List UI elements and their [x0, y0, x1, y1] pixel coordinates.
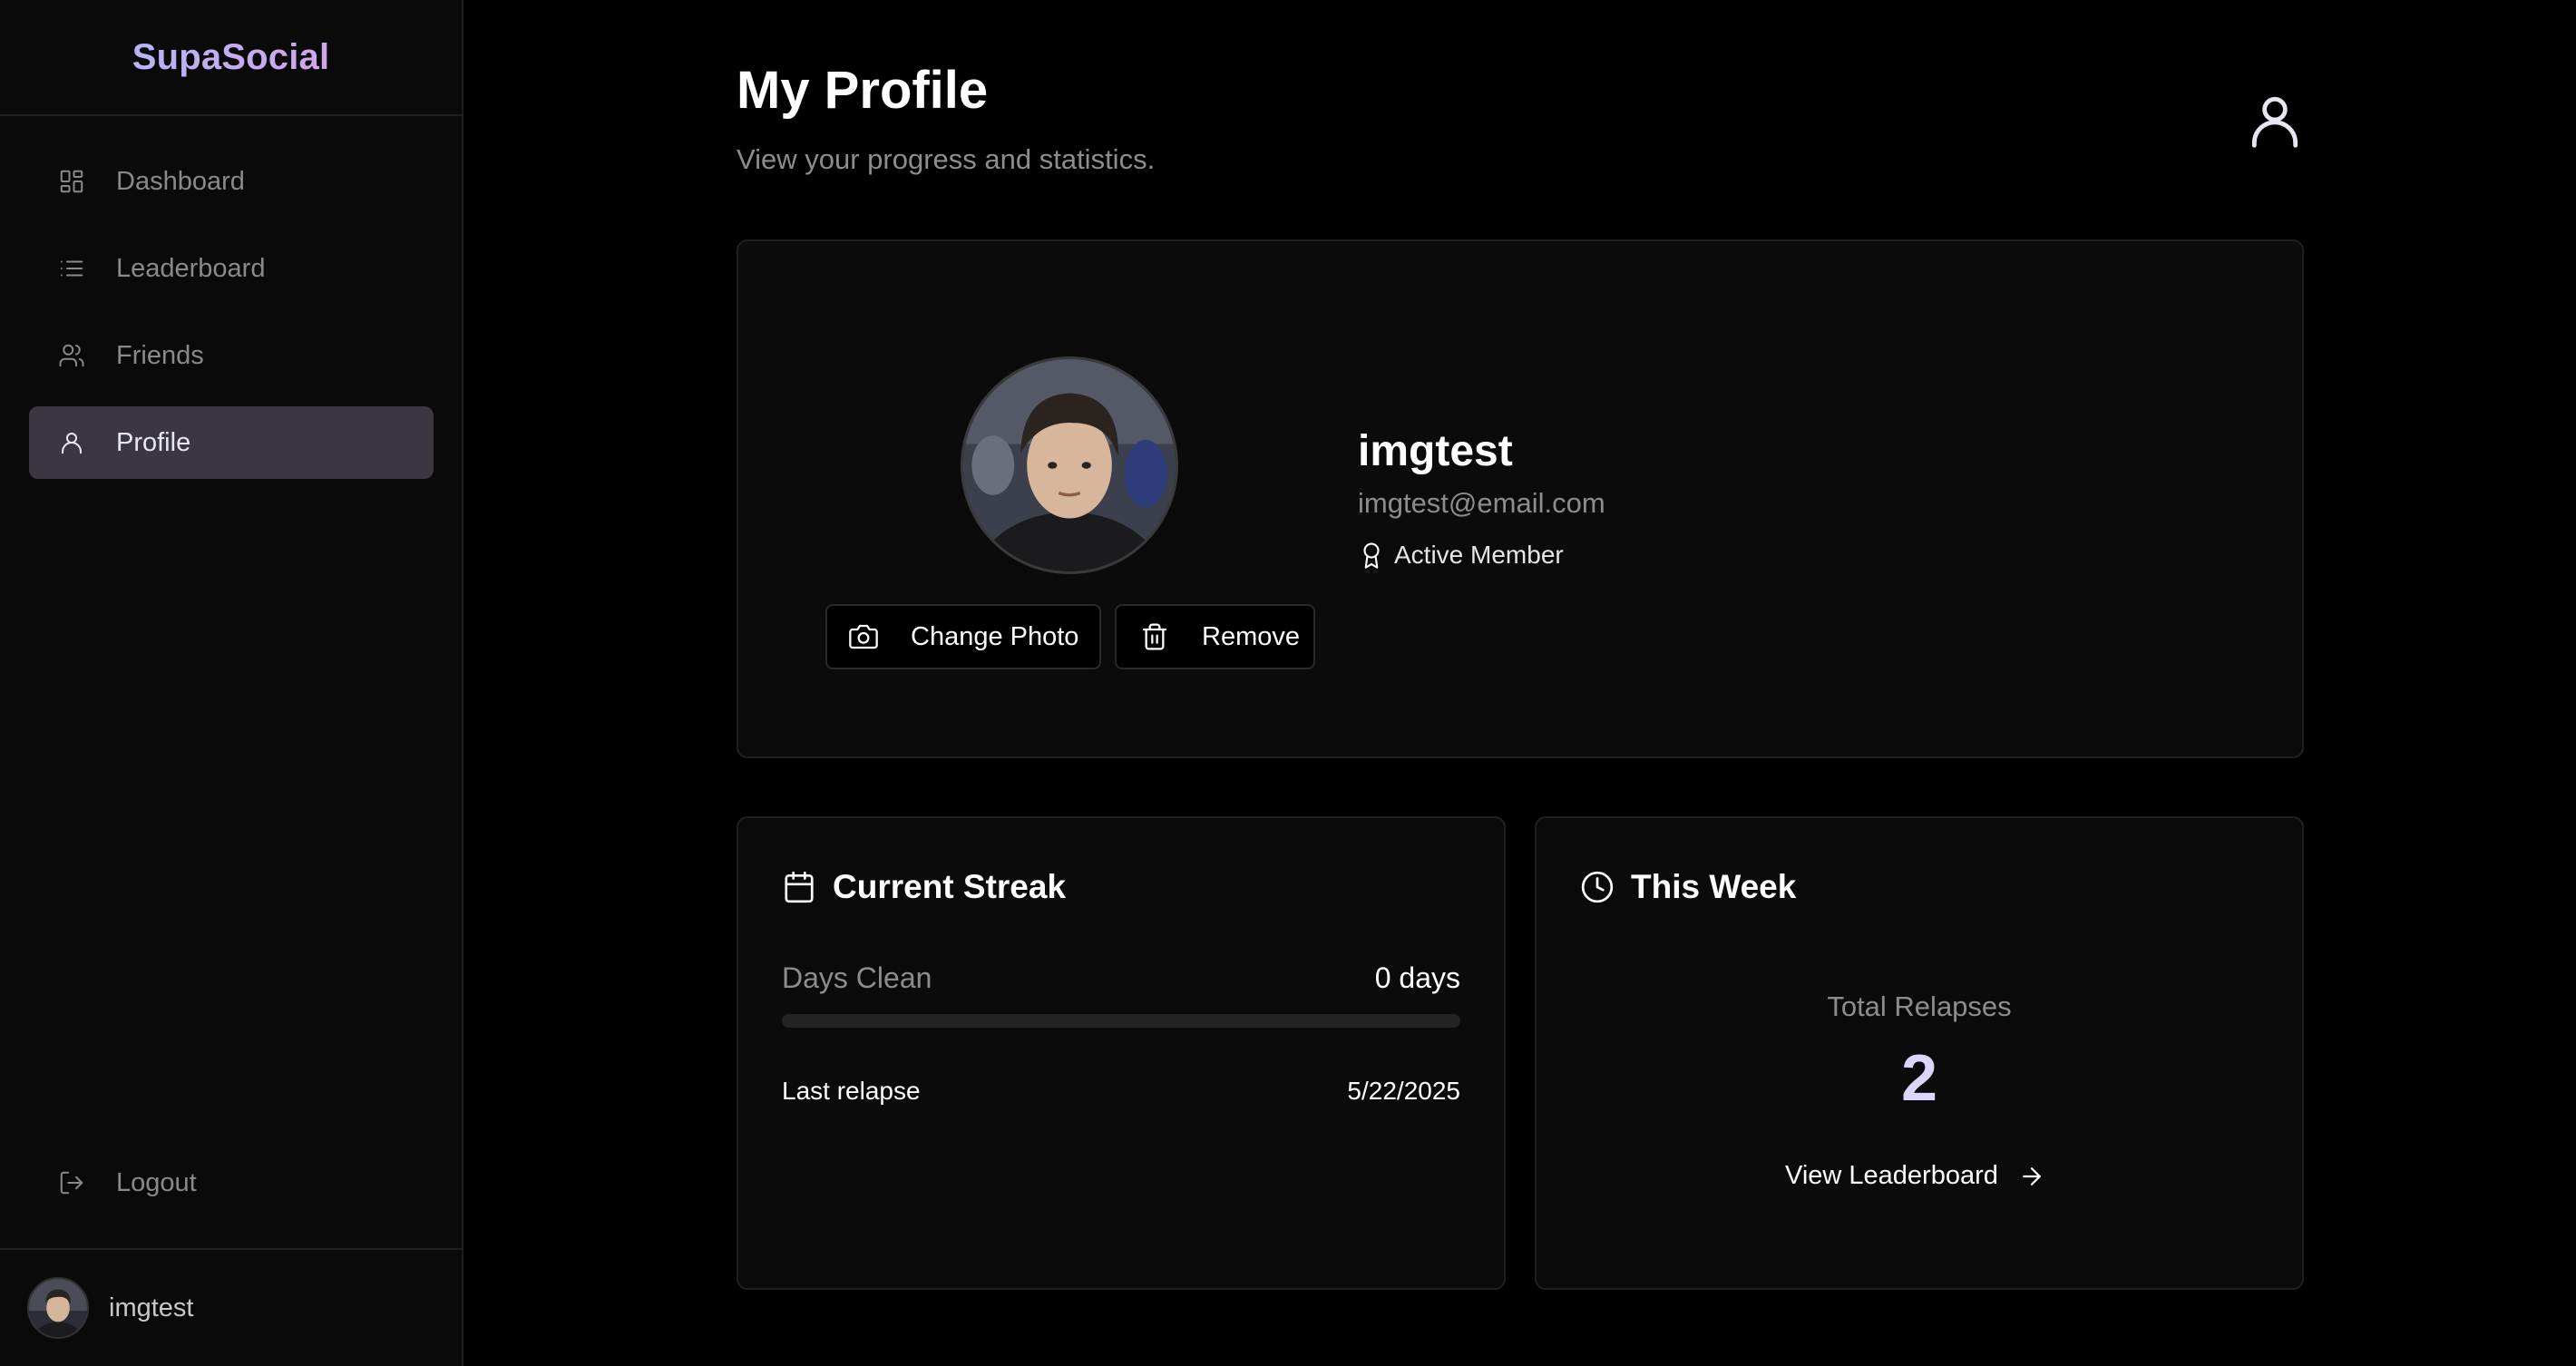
view-leaderboard-link[interactable]: View Leaderboard	[1785, 1161, 2045, 1191]
dashboard-grid-icon	[56, 166, 87, 197]
avatar	[27, 1277, 89, 1339]
brand-header: SupaSocial	[0, 0, 462, 116]
view-leaderboard-label: View Leaderboard	[1785, 1161, 1998, 1190]
logout-button[interactable]: Logout	[29, 1146, 434, 1219]
current-streak-title: Current Streak	[782, 868, 1066, 906]
sidebar-username: imgtest	[109, 1293, 194, 1322]
current-streak-heading: Current Streak	[833, 868, 1067, 905]
camera-icon	[849, 624, 878, 649]
profile-username: imgtest	[1358, 427, 1513, 475]
sidebar-item-label: Friends	[116, 340, 204, 370]
clock-icon	[1581, 871, 1614, 903]
last-relapse-label: Last relapse	[782, 1077, 921, 1105]
days-clean-value: 0 days	[1374, 961, 1460, 994]
sidebar-nav: Dashboard Leaderboard Friends Profile	[29, 145, 434, 493]
days-clean-label: Days Clean	[782, 961, 932, 994]
award-icon	[1363, 542, 1380, 569]
sidebar-item-dashboard[interactable]: Dashboard	[29, 145, 434, 218]
status-badge: Active Member	[1358, 541, 1564, 570]
sidebar-item-label: Dashboard	[116, 166, 245, 196]
this-week-heading: This Week	[1631, 868, 1797, 905]
list-icon	[56, 253, 87, 284]
user-icon[interactable]	[2244, 89, 2306, 151]
users-icon	[56, 340, 87, 371]
calendar-icon	[785, 871, 814, 903]
sidebar-item-label: Profile	[116, 427, 191, 457]
total-relapses-label: Total Relapses	[1827, 990, 2012, 1022]
sidebar-item-profile[interactable]: Profile	[29, 406, 434, 479]
total-relapses-value: 2	[1900, 1042, 1938, 1115]
this-week-title: This Week	[1580, 868, 1796, 906]
sidebar-item-label: Leaderboard	[116, 253, 266, 283]
remove-photo-label: Remove	[1202, 621, 1300, 651]
profile-email: imgtest@email.com	[1358, 487, 1605, 519]
user-icon	[56, 427, 87, 458]
remove-photo-button[interactable]: Remove	[1115, 604, 1315, 669]
last-relapse-date: 5/22/2025	[1347, 1077, 1460, 1105]
streak-progress-bar	[782, 1014, 1460, 1028]
change-photo-label: Change Photo	[911, 621, 1079, 651]
sidebar-user[interactable]: imgtest	[0, 1248, 462, 1366]
brand-logo[interactable]: SupaSocial	[132, 37, 330, 78]
profile-avatar	[961, 356, 1178, 574]
change-photo-button[interactable]: Change Photo	[825, 604, 1101, 669]
sidebar: SupaSocial Dashboard Leaderboard Friends…	[0, 0, 463, 1366]
sidebar-item-leaderboard[interactable]: Leaderboard	[29, 232, 434, 305]
page-title: My Profile	[737, 61, 989, 120]
trash-icon	[1142, 623, 1167, 650]
sidebar-item-friends[interactable]: Friends	[29, 319, 434, 392]
page-subtitle: View your progress and statistics.	[737, 143, 1156, 175]
logout-label: Logout	[116, 1167, 197, 1197]
arrow-right-icon	[2023, 1166, 2041, 1185]
logout-icon	[56, 1167, 87, 1198]
status-badge-label: Active Member	[1394, 541, 1564, 569]
